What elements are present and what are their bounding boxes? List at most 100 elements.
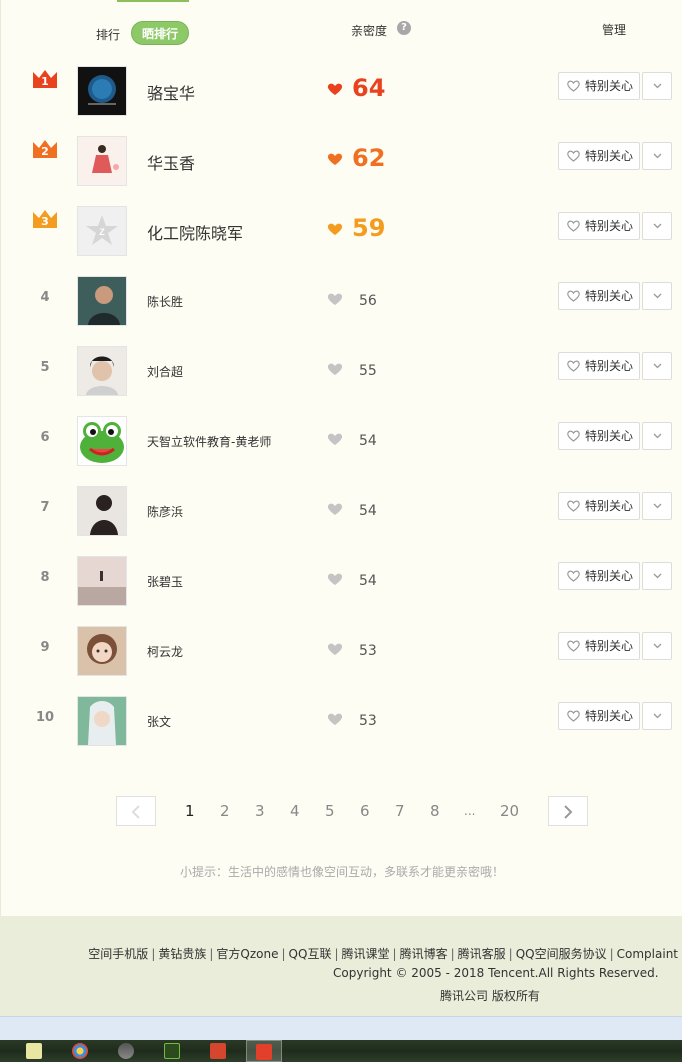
- care-heart-icon: [567, 220, 580, 232]
- manage-dropdown-button[interactable]: [642, 142, 672, 170]
- heart-icon: [327, 573, 343, 585]
- ranking-row: 6 天智立软件教育-黄老师 54 特别关心: [1, 406, 682, 476]
- copyright-text: Copyright © 2005 - 2018 Tencent.All Righ…: [333, 966, 659, 980]
- closeness-ranking-panel: 排行 晒排行 亲密度 ? 管理 1 骆宝华 64 特别关心 2 华玉香 62 特…: [0, 0, 682, 916]
- care-heart-icon: [567, 80, 580, 92]
- friend-name[interactable]: 天智立软件教育-黄老师: [147, 433, 271, 450]
- special-care-label: 特别关心: [585, 639, 634, 653]
- app-icon[interactable]: [118, 1043, 134, 1059]
- avatar[interactable]: [77, 416, 127, 466]
- friend-name[interactable]: 化工院陈晓军: [147, 220, 243, 244]
- friend-name[interactable]: 骆宝华: [147, 80, 195, 104]
- heart-icon: [327, 293, 343, 305]
- avatar[interactable]: [77, 346, 127, 396]
- page-link[interactable]: 5: [325, 802, 335, 820]
- svg-text:Z: Z: [99, 227, 105, 237]
- manage-dropdown-button[interactable]: [642, 282, 672, 310]
- special-care-button[interactable]: 特别关心: [558, 492, 640, 520]
- manage-dropdown-button[interactable]: [642, 352, 672, 380]
- friend-name[interactable]: 华玉香: [147, 150, 195, 174]
- manage-dropdown-button[interactable]: [642, 632, 672, 660]
- page-link[interactable]: 1: [185, 802, 195, 820]
- footer-link-connect[interactable]: QQ互联: [289, 947, 332, 961]
- hbuilder-icon[interactable]: [210, 1043, 226, 1059]
- chevron-down-icon: [653, 573, 662, 579]
- avatar[interactable]: [77, 486, 127, 536]
- rank-column-label: 排行: [96, 28, 121, 42]
- share-ranking-button[interactable]: 晒排行: [131, 21, 189, 45]
- manage-dropdown-button[interactable]: [642, 492, 672, 520]
- footer-link-mobile[interactable]: 空间手机版: [88, 947, 148, 961]
- avatar[interactable]: [77, 556, 127, 606]
- avatar[interactable]: Z: [77, 206, 127, 256]
- closeness-score: 54: [359, 573, 377, 589]
- special-care-button[interactable]: 特别关心: [558, 212, 640, 240]
- dreamweaver-icon[interactable]: [164, 1043, 180, 1059]
- page-ellipsis: ...: [464, 804, 476, 818]
- avatar[interactable]: [77, 276, 127, 326]
- footer-separator: |: [334, 947, 339, 961]
- chevron-left-icon: [131, 805, 140, 819]
- manage-dropdown-button[interactable]: [642, 702, 672, 730]
- manage-dropdown-button[interactable]: [642, 212, 672, 240]
- special-care-button[interactable]: 特别关心: [558, 702, 640, 730]
- friend-name[interactable]: 刘合超: [147, 363, 183, 380]
- special-care-button[interactable]: 特别关心: [558, 352, 640, 380]
- closeness-column-label: 亲密度: [351, 24, 388, 38]
- closeness-score: 55: [359, 363, 377, 379]
- care-heart-icon: [567, 430, 580, 442]
- special-care-label: 特别关心: [585, 429, 634, 443]
- rank-number: 9: [40, 640, 50, 655]
- special-care-button[interactable]: 特别关心: [558, 142, 640, 170]
- manage-dropdown-button[interactable]: [642, 422, 672, 450]
- care-heart-icon: [567, 360, 580, 372]
- page-link[interactable]: 7: [395, 802, 405, 820]
- friend-name[interactable]: 张文: [147, 713, 171, 730]
- next-page-button[interactable]: [548, 796, 588, 826]
- page-link[interactable]: 8: [430, 802, 440, 820]
- page-link[interactable]: 20: [500, 802, 519, 820]
- avatar[interactable]: [77, 626, 127, 676]
- page-link[interactable]: 6: [360, 802, 370, 820]
- page-link[interactable]: 4: [290, 802, 300, 820]
- tip-text: 小提示：生活中的感情也像空间互动，多联系才能更亲密哦！: [179, 865, 504, 879]
- manage-dropdown-button[interactable]: [642, 562, 672, 590]
- ranking-row: 9 柯云龙 53 特别关心: [1, 616, 682, 686]
- special-care-button[interactable]: 特别关心: [558, 282, 640, 310]
- friend-name[interactable]: 张碧玉: [147, 573, 183, 590]
- page-link[interactable]: 2: [220, 802, 230, 820]
- page-link[interactable]: 3: [255, 802, 265, 820]
- active-task-button[interactable]: [246, 1040, 282, 1062]
- prev-page-button[interactable]: [116, 796, 156, 826]
- friend-name[interactable]: 陈长胜: [147, 293, 183, 310]
- friend-name[interactable]: 柯云龙: [147, 643, 183, 660]
- rank-number: 6: [40, 430, 50, 445]
- footer-separator: |: [281, 947, 286, 961]
- rank-number: 5: [40, 360, 50, 375]
- friend-name[interactable]: 陈彦浜: [147, 503, 183, 520]
- crown-icon: 2: [31, 138, 59, 160]
- rank-number: 7: [40, 500, 50, 515]
- special-care-button[interactable]: 特别关心: [558, 562, 640, 590]
- special-care-button[interactable]: 特别关心: [558, 632, 640, 660]
- special-care-button[interactable]: 特别关心: [558, 72, 640, 100]
- question-icon[interactable]: ?: [397, 21, 411, 35]
- footer-link-qzone[interactable]: 官方Qzone: [216, 947, 278, 961]
- special-care-button[interactable]: 特别关心: [558, 422, 640, 450]
- avatar[interactable]: [77, 66, 127, 116]
- notepad-icon[interactable]: [26, 1043, 42, 1059]
- crown-icon: 3: [31, 208, 59, 230]
- footer-link-vip[interactable]: 黄钻贵族: [158, 947, 206, 961]
- rank-number: 10: [35, 710, 55, 725]
- avatar[interactable]: [77, 136, 127, 186]
- chevron-down-icon: [653, 433, 662, 439]
- ranking-row: 3 Z 化工院陈晓军 59 特别关心: [1, 196, 682, 266]
- chrome-icon[interactable]: [72, 1043, 88, 1059]
- footer-link-agreement[interactable]: QQ空间服务协议: [516, 947, 607, 961]
- manage-dropdown-button[interactable]: [642, 72, 672, 100]
- footer-link-blog[interactable]: 腾讯博客: [400, 947, 448, 961]
- footer-link-classroom[interactable]: 腾讯课堂: [342, 947, 390, 961]
- avatar[interactable]: [77, 696, 127, 746]
- footer-link-complaint[interactable]: Complaint: [617, 947, 678, 961]
- footer-link-support[interactable]: 腾讯客服: [458, 947, 506, 961]
